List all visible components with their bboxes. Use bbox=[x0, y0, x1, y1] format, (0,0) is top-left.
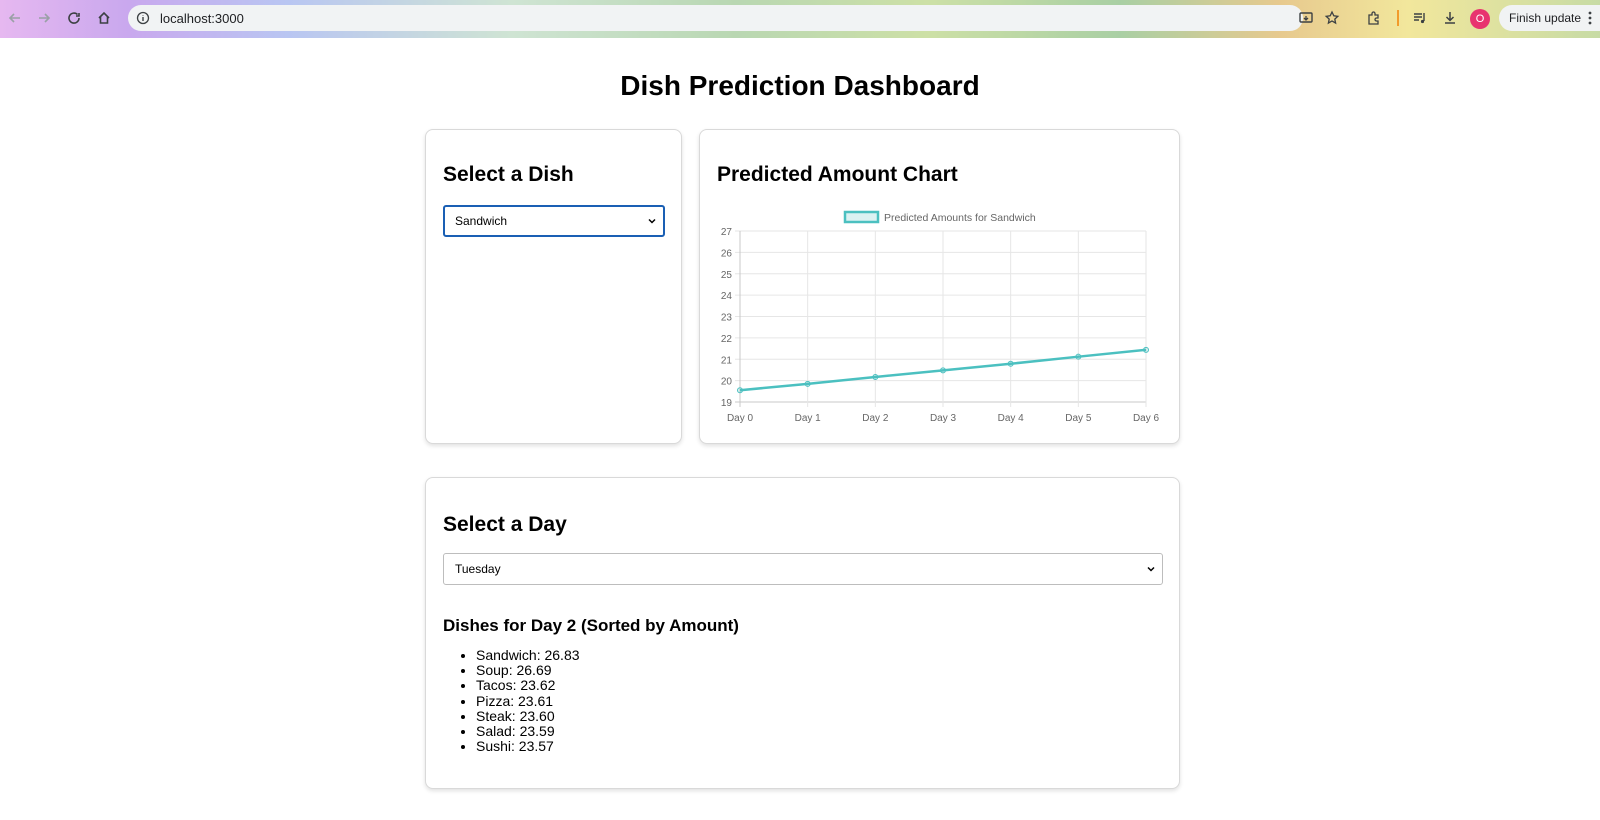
x-tick-label: Day 0 bbox=[727, 413, 754, 424]
install-app-icon[interactable] bbox=[1296, 8, 1316, 28]
url-text: localhost:3000 bbox=[160, 10, 244, 26]
x-tick-label: Day 5 bbox=[1065, 413, 1092, 424]
day-dishes-list: Sandwich: 26.83Soup: 26.69Tacos: 23.62Pi… bbox=[476, 647, 580, 754]
legend-swatch bbox=[843, 210, 880, 224]
list-item: Pizza: 23.61 bbox=[476, 693, 580, 709]
day-select-value: Tuesday bbox=[455, 562, 501, 576]
forward-icon[interactable] bbox=[34, 8, 54, 28]
dish-select-heading: Select a Dish bbox=[443, 163, 574, 186]
reload-icon[interactable] bbox=[64, 8, 84, 28]
data-point bbox=[940, 367, 946, 374]
legend-label: Predicted Amounts for Sandwich bbox=[884, 212, 1036, 224]
predicted-amount-chart: 19 20 21 22 23 24 25 26 27 Day 0 Day 1 Day 2 Day 3 Da… bbox=[721, 210, 1160, 424]
x-tick-label: Day 2 bbox=[862, 413, 889, 424]
media-controls-icon[interactable] bbox=[1410, 8, 1430, 28]
browser-toolbar: localhost:3000 O Finish update bbox=[0, 0, 1600, 38]
more-menu-icon[interactable] bbox=[1588, 10, 1592, 26]
data-point bbox=[804, 380, 811, 387]
list-item: Steak: 23.60 bbox=[476, 708, 580, 724]
home-icon[interactable] bbox=[94, 8, 114, 28]
downloads-icon[interactable] bbox=[1440, 8, 1460, 28]
list-item: Sandwich: 26.83 bbox=[476, 647, 580, 663]
bookmark-star-icon[interactable] bbox=[1322, 8, 1342, 28]
page-title: Dish Prediction Dashboard bbox=[620, 70, 980, 101]
data-point bbox=[1143, 346, 1149, 353]
y-tick-label: 19 bbox=[721, 398, 733, 409]
y-tick-label: 26 bbox=[721, 248, 733, 259]
list-item: Sushi: 23.57 bbox=[476, 739, 580, 754]
data-point bbox=[1007, 360, 1014, 367]
list-item: Soup: 26.69 bbox=[476, 663, 580, 678]
y-tick-label: 23 bbox=[721, 313, 733, 324]
address-bar[interactable]: localhost:3000 bbox=[128, 5, 1303, 31]
back-icon[interactable] bbox=[5, 8, 25, 28]
extensions-icon[interactable] bbox=[1364, 8, 1384, 28]
x-tick-label: Day 6 bbox=[1133, 413, 1160, 424]
list-item: Tacos: 23.62 bbox=[476, 678, 580, 693]
chevron-down-icon bbox=[648, 218, 656, 224]
data-point bbox=[737, 387, 743, 394]
dish-select-value: Sandwich bbox=[455, 214, 508, 228]
x-tick-label: Day 1 bbox=[795, 413, 822, 424]
chart-card: Predicted Amount Chart 19 20 21 22 23 24 25 26 2… bbox=[699, 129, 1180, 444]
y-tick-label: 21 bbox=[721, 355, 733, 366]
y-tick-label: 22 bbox=[721, 334, 733, 345]
y-tick-label: 27 bbox=[721, 227, 733, 238]
day-select-heading: Select a Day bbox=[443, 513, 567, 536]
y-tick-label: 25 bbox=[721, 270, 733, 281]
data-point bbox=[1075, 353, 1082, 360]
toolbar-separator bbox=[1397, 10, 1399, 26]
x-tick-label: Day 3 bbox=[930, 413, 957, 424]
x-tick-label: Day 4 bbox=[998, 413, 1025, 424]
profile-avatar[interactable]: O bbox=[1470, 9, 1490, 29]
site-info-icon[interactable] bbox=[136, 11, 150, 25]
data-point bbox=[872, 373, 879, 380]
chevron-down-icon bbox=[1147, 566, 1155, 572]
day-dishes-title: Dishes for Day 2 (Sorted by Amount) bbox=[443, 616, 739, 635]
day-select[interactable]: Tuesday bbox=[443, 553, 1163, 585]
list-item: Salad: 23.59 bbox=[476, 723, 580, 739]
finish-update-button[interactable]: Finish update bbox=[1499, 5, 1600, 31]
day-select-card: Select a Day Tuesday Dishes for Day 2 (S… bbox=[425, 477, 1180, 789]
dish-select[interactable]: Sandwich bbox=[443, 205, 665, 237]
y-tick-label: 20 bbox=[721, 377, 733, 388]
dish-select-card: Select a Dish Sandwich bbox=[425, 129, 682, 444]
y-tick-label: 24 bbox=[721, 291, 733, 302]
